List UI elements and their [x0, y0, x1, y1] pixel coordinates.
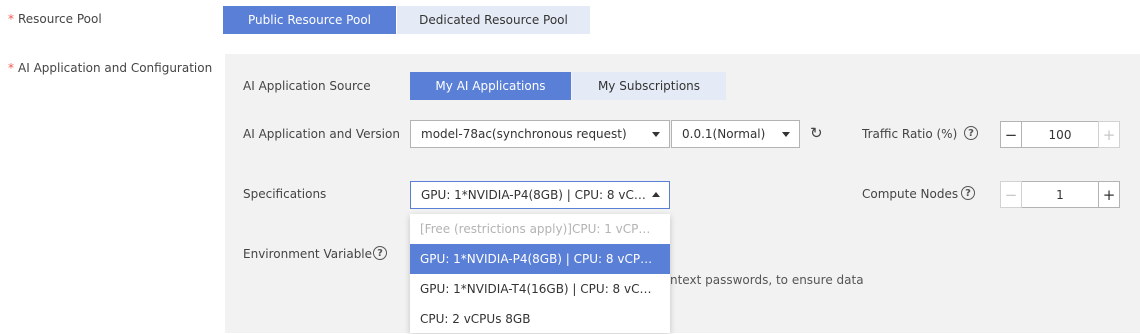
required-mark: * — [8, 61, 14, 75]
my-subscriptions-tab[interactable]: My Subscriptions — [572, 72, 726, 100]
traffic-ratio-input[interactable]: 100 — [1022, 121, 1098, 148]
increment-button[interactable]: + — [1098, 121, 1120, 148]
increment-button[interactable]: + — [1098, 181, 1120, 208]
environment-variable-label: Environment Variable — [243, 247, 373, 261]
help-icon[interactable]: ? — [964, 126, 978, 140]
chevron-up-icon — [652, 192, 660, 197]
chevron-down-icon — [652, 132, 660, 137]
spec-option: [Free (restrictions apply)]CPU: 1 vCPUs … — [420, 222, 656, 236]
ai-app-version-label: AI Application and Version — [243, 127, 400, 141]
required-mark: * — [8, 12, 14, 26]
decrement-button[interactable]: − — [1000, 181, 1022, 208]
spec-option[interactable]: GPU: 1*NVIDIA-P4(8GB) | CPU: 8 vCPUs 3..… — [410, 244, 670, 274]
ai-app-select[interactable]: model-78ac(synchronous request) — [410, 120, 670, 148]
dedicated-resource-pool-button[interactable]: Dedicated Resource Pool — [397, 6, 590, 34]
traffic-ratio-stepper: − 100 + — [1000, 121, 1120, 148]
my-ai-applications-tab[interactable]: My AI Applications — [410, 72, 571, 100]
spec-option[interactable]: GPU: 1*NVIDIA-T4(16GB) | CPU: 8 vCPUs ..… — [410, 274, 670, 304]
compute-nodes-stepper: − 1 + — [1000, 181, 1120, 208]
compute-nodes-label: Compute Nodes — [862, 187, 959, 201]
refresh-icon[interactable]: ↻ — [810, 124, 823, 142]
traffic-ratio-label: Traffic Ratio (%) — [862, 127, 958, 141]
environment-hint-text: ntext passwords, to ensure data — [670, 273, 864, 287]
resource-pool-label: * Resource Pool — [8, 12, 102, 26]
public-resource-pool-button[interactable]: Public Resource Pool — [223, 6, 396, 34]
version-select[interactable]: 0.0.1(Normal) — [671, 120, 800, 148]
specifications-dropdown: [Free (restrictions apply)]CPU: 1 vCPUs … — [410, 214, 670, 333]
compute-nodes-input[interactable]: 1 — [1022, 181, 1098, 208]
specifications-label: Specifications — [243, 187, 327, 201]
help-icon[interactable]: ? — [961, 186, 975, 200]
ai-app-config-label: * AI Application and Configuration — [8, 61, 213, 75]
chevron-down-icon — [782, 132, 790, 137]
help-icon[interactable]: ? — [373, 246, 387, 260]
specifications-select[interactable]: GPU: 1*NVIDIA-P4(8GB) | CPU: 8 vCP... — [410, 181, 670, 209]
ai-app-source-label: AI Application Source — [243, 79, 371, 93]
spec-option[interactable]: CPU: 2 vCPUs 8GB — [410, 304, 670, 334]
decrement-button[interactable]: − — [1000, 121, 1022, 148]
